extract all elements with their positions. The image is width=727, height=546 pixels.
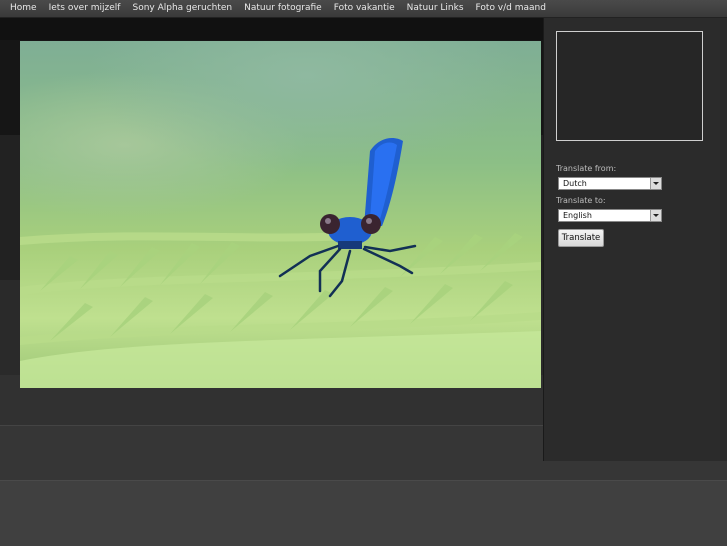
translate-to-value: English bbox=[563, 211, 592, 220]
featured-photo[interactable] bbox=[20, 41, 541, 388]
translate-from-value: Dutch bbox=[563, 179, 587, 188]
translate-from-label: Translate from: bbox=[556, 164, 617, 173]
top-navigation: Home Iets over mijzelf Sony Alpha geruch… bbox=[0, 0, 727, 18]
nav-item-photo-of-month[interactable]: Foto v/d maand bbox=[470, 0, 552, 17]
sidebar: Translate from: Dutch Translate to: Engl… bbox=[543, 18, 727, 461]
translate-from-select[interactable]: Dutch bbox=[558, 177, 662, 190]
nav-item-vacation-photos[interactable]: Foto vakantie bbox=[328, 0, 401, 17]
page-footer-band bbox=[0, 480, 727, 546]
translate-to-select[interactable]: English bbox=[558, 209, 662, 222]
chevron-down-icon bbox=[650, 210, 661, 221]
sidebar-widget-box bbox=[556, 31, 703, 141]
nav-item-home[interactable]: Home bbox=[0, 0, 43, 17]
translate-to-label: Translate to: bbox=[556, 196, 606, 205]
nav-item-sony-alpha[interactable]: Sony Alpha geruchten bbox=[126, 0, 238, 17]
nav-item-about[interactable]: Iets over mijzelf bbox=[43, 0, 127, 17]
nav-item-nature-links[interactable]: Natuur Links bbox=[401, 0, 470, 17]
chevron-down-icon bbox=[650, 178, 661, 189]
translate-button[interactable]: Translate bbox=[558, 229, 604, 247]
nav-item-nature-photography[interactable]: Natuur fotografie bbox=[238, 0, 328, 17]
damselfly-photo-illustration bbox=[20, 138, 541, 388]
